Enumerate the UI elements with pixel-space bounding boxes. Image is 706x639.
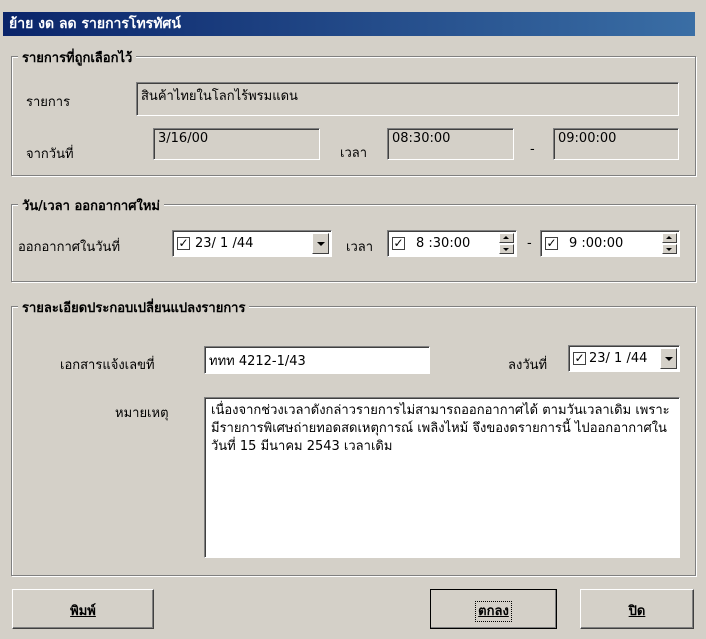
sign-date-checkbox[interactable]: ✓	[573, 352, 586, 365]
sign-date-value: 23/ 1 /44	[589, 351, 648, 366]
air-date-label: ออกอากาศในวันที่	[18, 240, 121, 255]
air-time-to-checkbox[interactable]: ✓	[545, 237, 558, 250]
air-time-from-picker[interactable]: ✓ 8 :30:00	[387, 230, 517, 257]
window-title: ย้าย งด ลด รายการโทรทัศน์	[3, 12, 695, 36]
new-air-time-group-title: วัน/เวลา ออกอากาศใหม่	[18, 195, 164, 216]
sign-date-picker[interactable]: ✓ 23/ 1 /44	[568, 345, 680, 372]
air-time-to-picker[interactable]: ✓ 9 :00:00	[540, 230, 680, 257]
note-label: หมายเหตุ	[115, 406, 169, 421]
time-to-field: 09:00:00	[553, 128, 679, 160]
air-time-label: เวลา	[346, 240, 374, 255]
air-time-to-spinner[interactable]	[662, 233, 677, 254]
note-textarea[interactable]: เนื่องจากช่วงเวลาดังกล่าวรายการไม่สามารถ…	[204, 397, 680, 558]
close-button[interactable]: ปิด	[580, 589, 694, 629]
document-number-label: เอกสารแจ้งเลขที่	[60, 358, 155, 373]
document-number-value: ททท 4212-1/43	[209, 354, 306, 369]
air-time-separator: -	[527, 236, 532, 251]
time-separator: -	[530, 142, 535, 157]
air-time-from-spinner[interactable]	[499, 233, 514, 254]
ok-button[interactable]: ตกลง	[430, 589, 557, 629]
program-field: สินค้าไทยในโลกไร้พรมแดน	[136, 82, 679, 116]
air-date-value: 23/ 1 /44	[195, 236, 254, 251]
change-details-group-title: รายละเอียดประกอบเปลี่ยนแปลงรายการ	[18, 297, 250, 318]
spin-down-icon[interactable]	[662, 244, 677, 254]
chevron-down-icon[interactable]	[312, 233, 329, 254]
spin-down-icon[interactable]	[499, 244, 514, 254]
air-time-from-checkbox[interactable]: ✓	[392, 237, 405, 250]
program-label: รายการ	[26, 95, 71, 110]
spin-up-icon[interactable]	[499, 233, 514, 243]
air-time-from-value: 8 :30:00	[416, 236, 471, 251]
spin-up-icon[interactable]	[662, 233, 677, 243]
from-date-label: จากวันที่	[26, 147, 74, 162]
from-date-field: 3/16/00	[153, 128, 320, 160]
air-date-checkbox[interactable]: ✓	[177, 237, 190, 250]
time-from-field: 08:30:00	[387, 128, 514, 160]
document-number-input[interactable]: ททท 4212-1/43	[204, 346, 430, 374]
selected-program-group-title: รายการที่ถูกเลือกไว้	[18, 47, 137, 68]
sign-date-label: ลงวันที่	[508, 358, 548, 373]
chevron-down-icon[interactable]	[660, 348, 677, 369]
air-date-picker[interactable]: ✓ 23/ 1 /44	[172, 230, 332, 257]
air-time-to-value: 9 :00:00	[569, 236, 624, 251]
time-label: เวลา	[340, 146, 368, 161]
print-button[interactable]: พิมพ์	[12, 589, 154, 629]
